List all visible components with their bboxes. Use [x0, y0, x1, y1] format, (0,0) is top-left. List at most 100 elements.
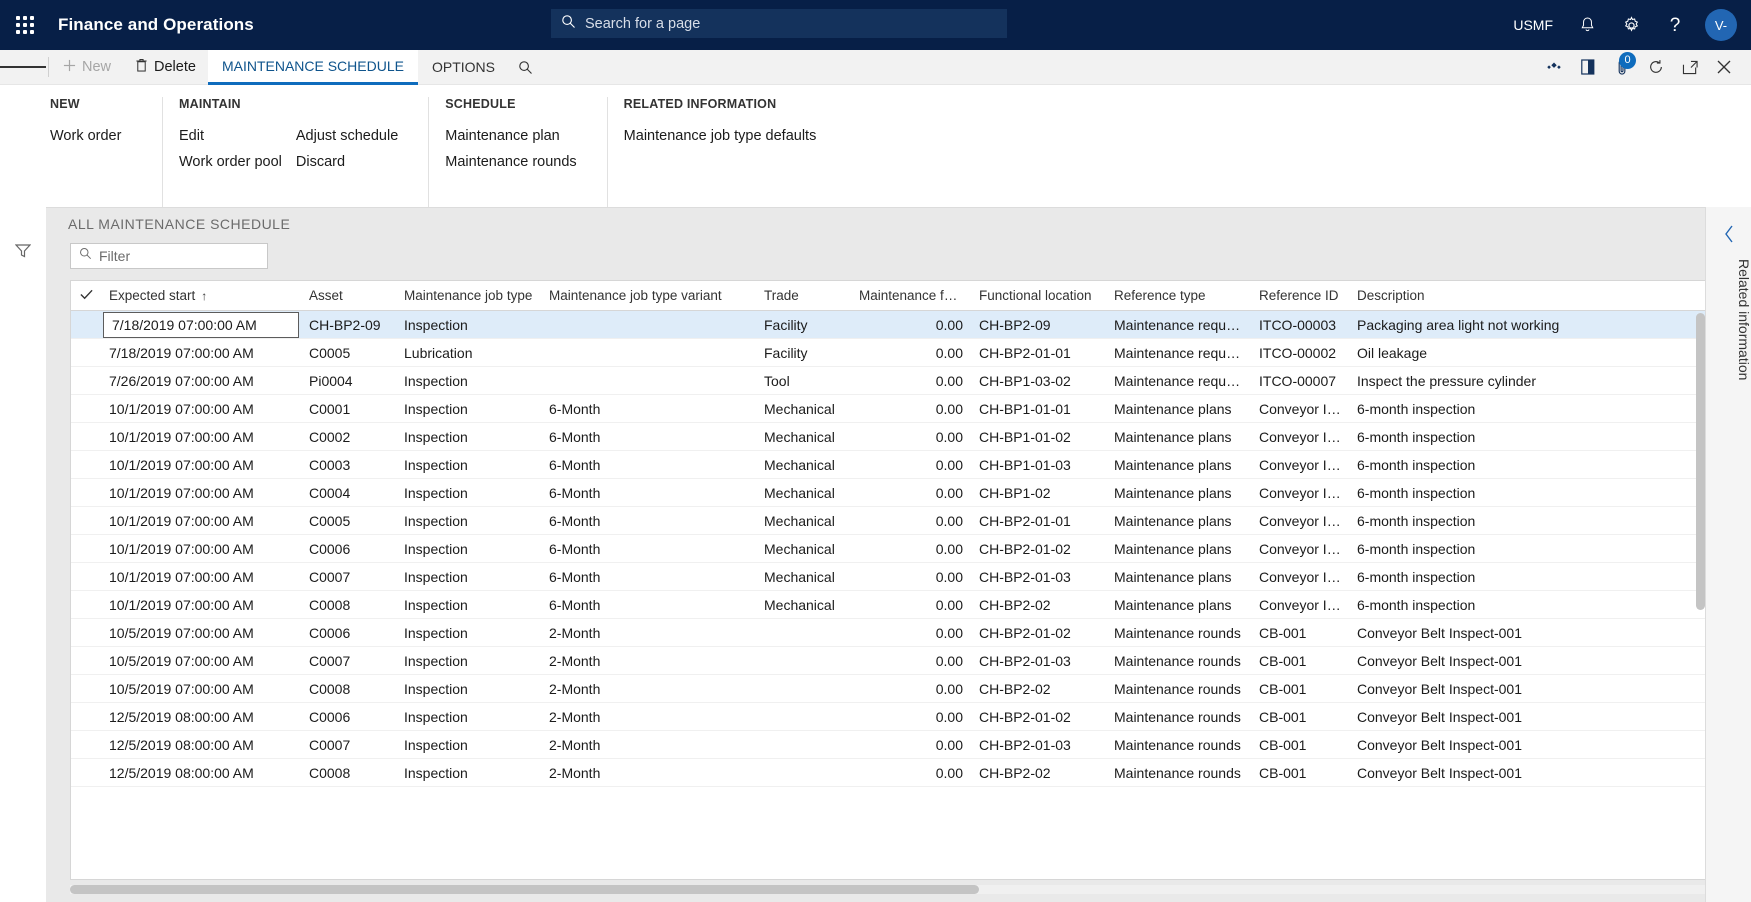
cell-functional_location[interactable]: CH-BP1-03-02	[971, 373, 1106, 389]
select-all-checkmark-icon[interactable]	[71, 288, 101, 303]
cell-reference_type[interactable]: Maintenance rounds	[1106, 625, 1251, 641]
column-header-expected-start[interactable]: Expected start ↑	[101, 288, 301, 303]
cell-job_type[interactable]: Inspection	[396, 653, 541, 669]
table-row[interactable]: 12/5/2019 08:00:00 AM C0007 Inspection 2-Mo…	[71, 731, 1707, 759]
cell-variant[interactable]: 6-Month	[541, 597, 756, 613]
cell-forecast[interactable]: 0.00	[851, 513, 971, 529]
cell-asset[interactable]: C0001	[301, 401, 396, 417]
popout-icon[interactable]	[1673, 50, 1707, 85]
cell-description[interactable]: 6-month inspection	[1349, 597, 1609, 613]
cell-trade[interactable]: Tool	[756, 373, 851, 389]
cell-forecast[interactable]: 0.00	[851, 625, 971, 641]
cell-trade[interactable]: Mechanical	[756, 597, 851, 613]
cell-forecast[interactable]: 0.00	[851, 373, 971, 389]
refresh-icon[interactable]	[1639, 50, 1673, 85]
cell-expected_start[interactable]: 10/1/2019 07:00:00 AM	[101, 485, 301, 501]
cell-forecast[interactable]: 0.00	[851, 681, 971, 697]
cell-expected_start[interactable]: 10/5/2019 07:00:00 AM	[101, 653, 301, 669]
cell-reference_id[interactable]: CB-001	[1251, 653, 1349, 669]
cell-reference_id[interactable]: CB-001	[1251, 737, 1349, 753]
cell-job_type[interactable]: Inspection	[396, 737, 541, 753]
cell-expected_start[interactable]: 10/1/2019 07:00:00 AM	[101, 457, 301, 473]
cell-expected_start[interactable]: 7/26/2019 07:00:00 AM	[101, 373, 301, 389]
cell-functional_location[interactable]: CH-BP2-01-02	[971, 541, 1106, 557]
ribbon-item-work-order-pool[interactable]: Work order pool	[179, 149, 296, 175]
cell-variant[interactable]: 6-Month	[541, 429, 756, 445]
cell-forecast[interactable]: 0.00	[851, 401, 971, 417]
cell-reference_type[interactable]: Maintenance plans	[1106, 457, 1251, 473]
ribbon-item-edit[interactable]: Edit	[179, 123, 296, 149]
cell-reference_type[interactable]: Maintenance plans	[1106, 597, 1251, 613]
cell-description[interactable]: 6-month inspection	[1349, 401, 1609, 417]
cell-expected_start[interactable]: 12/5/2019 08:00:00 AM	[101, 709, 301, 725]
cell-reference_type[interactable]: Maintenance plans	[1106, 485, 1251, 501]
cell-reference_id[interactable]: CB-001	[1251, 765, 1349, 781]
cell-functional_location[interactable]: CH-BP2-02	[971, 765, 1106, 781]
cell-reference_id[interactable]: Conveyor Insp	[1251, 429, 1349, 445]
cell-reference_type[interactable]: Maintenance rounds	[1106, 737, 1251, 753]
cell-expected_start[interactable]: 10/1/2019 07:00:00 AM	[101, 513, 301, 529]
cell-expected_start[interactable]: 10/1/2019 07:00:00 AM	[101, 429, 301, 445]
cell-job_type[interactable]: Inspection	[396, 681, 541, 697]
cell-reference_id[interactable]: Conveyor Insp	[1251, 485, 1349, 501]
new-button[interactable]: New	[51, 50, 123, 85]
cell-functional_location[interactable]: CH-BP2-09	[971, 317, 1106, 333]
cell-expected_start[interactable]: 7/18/2019 07:00:00 AM	[101, 311, 301, 338]
cell-variant[interactable]: 6-Month	[541, 485, 756, 501]
cell-reference_type[interactable]: Maintenance requests	[1106, 345, 1251, 361]
cell-reference_id[interactable]: ITCO-00002	[1251, 345, 1349, 361]
cell-trade[interactable]: Mechanical	[756, 569, 851, 585]
cell-expected_start[interactable]: 12/5/2019 08:00:00 AM	[101, 765, 301, 781]
cell-description[interactable]: Conveyor Belt Inspect-001	[1349, 737, 1609, 753]
cell-asset[interactable]: C0007	[301, 653, 396, 669]
cell-functional_location[interactable]: CH-BP2-01-02	[971, 709, 1106, 725]
cell-job_type[interactable]: Inspection	[396, 541, 541, 557]
related-information-label[interactable]: Related information	[1706, 259, 1751, 380]
cell-expected_start[interactable]: 10/5/2019 07:00:00 AM	[101, 681, 301, 697]
cell-description[interactable]: 6-month inspection	[1349, 457, 1609, 473]
cell-reference_id[interactable]: CB-001	[1251, 681, 1349, 697]
cell-forecast[interactable]: 0.00	[851, 345, 971, 361]
table-row[interactable]: 10/1/2019 07:00:00 AM C0001 Inspection 6-Mo…	[71, 395, 1707, 423]
cell-reference_type[interactable]: Maintenance rounds	[1106, 765, 1251, 781]
cell-forecast[interactable]: 0.00	[851, 317, 971, 333]
cell-description[interactable]: 6-month inspection	[1349, 569, 1609, 585]
cell-asset[interactable]: C0006	[301, 709, 396, 725]
grid-filter-input[interactable]: Filter	[70, 243, 268, 269]
table-row[interactable]: 10/1/2019 07:00:00 AM C0005 Inspection 6-Mo…	[71, 507, 1707, 535]
cell-job_type[interactable]: Inspection	[396, 597, 541, 613]
cell-description[interactable]: Conveyor Belt Inspect-001	[1349, 765, 1609, 781]
cell-description[interactable]: 6-month inspection	[1349, 541, 1609, 557]
cell-variant[interactable]: 2-Month	[541, 653, 756, 669]
cell-trade[interactable]: Mechanical	[756, 541, 851, 557]
cell-reference_id[interactable]: CB-001	[1251, 625, 1349, 641]
cell-variant[interactable]: 6-Month	[541, 569, 756, 585]
action-pane-search-icon[interactable]	[509, 50, 543, 85]
cell-variant[interactable]: 2-Month	[541, 625, 756, 641]
ribbon-item-work-order[interactable]: Work order	[50, 123, 146, 149]
column-header-asset[interactable]: Asset	[301, 288, 396, 303]
cell-expected_start[interactable]: 10/1/2019 07:00:00 AM	[101, 597, 301, 613]
tab-options[interactable]: OPTIONS	[418, 50, 509, 85]
cell-reference_type[interactable]: Maintenance plans	[1106, 401, 1251, 417]
cell-trade[interactable]: Facility	[756, 317, 851, 333]
cell-variant[interactable]: 6-Month	[541, 401, 756, 417]
cell-forecast[interactable]: 0.00	[851, 457, 971, 473]
cell-description[interactable]: 6-month inspection	[1349, 485, 1609, 501]
open-in-office-icon[interactable]	[1571, 50, 1605, 85]
cell-functional_location[interactable]: CH-BP2-01-01	[971, 345, 1106, 361]
cell-asset[interactable]: C0007	[301, 569, 396, 585]
cell-trade[interactable]: Facility	[756, 345, 851, 361]
cell-trade[interactable]: Mechanical	[756, 429, 851, 445]
cell-reference_type[interactable]: Maintenance rounds	[1106, 709, 1251, 725]
cell-job_type[interactable]: Inspection	[396, 317, 541, 333]
cell-variant[interactable]: 6-Month	[541, 513, 756, 529]
cell-description[interactable]: Conveyor Belt Inspect-001	[1349, 653, 1609, 669]
column-header-functional-location[interactable]: Functional location	[971, 288, 1106, 303]
cell-asset[interactable]: C0008	[301, 765, 396, 781]
cell-asset[interactable]: C0002	[301, 429, 396, 445]
cell-variant[interactable]: 6-Month	[541, 457, 756, 473]
cell-job_type[interactable]: Inspection	[396, 429, 541, 445]
cell-reference_id[interactable]: CB-001	[1251, 709, 1349, 725]
table-row[interactable]: 10/1/2019 07:00:00 AM C0006 Inspection 6-Mo…	[71, 535, 1707, 563]
